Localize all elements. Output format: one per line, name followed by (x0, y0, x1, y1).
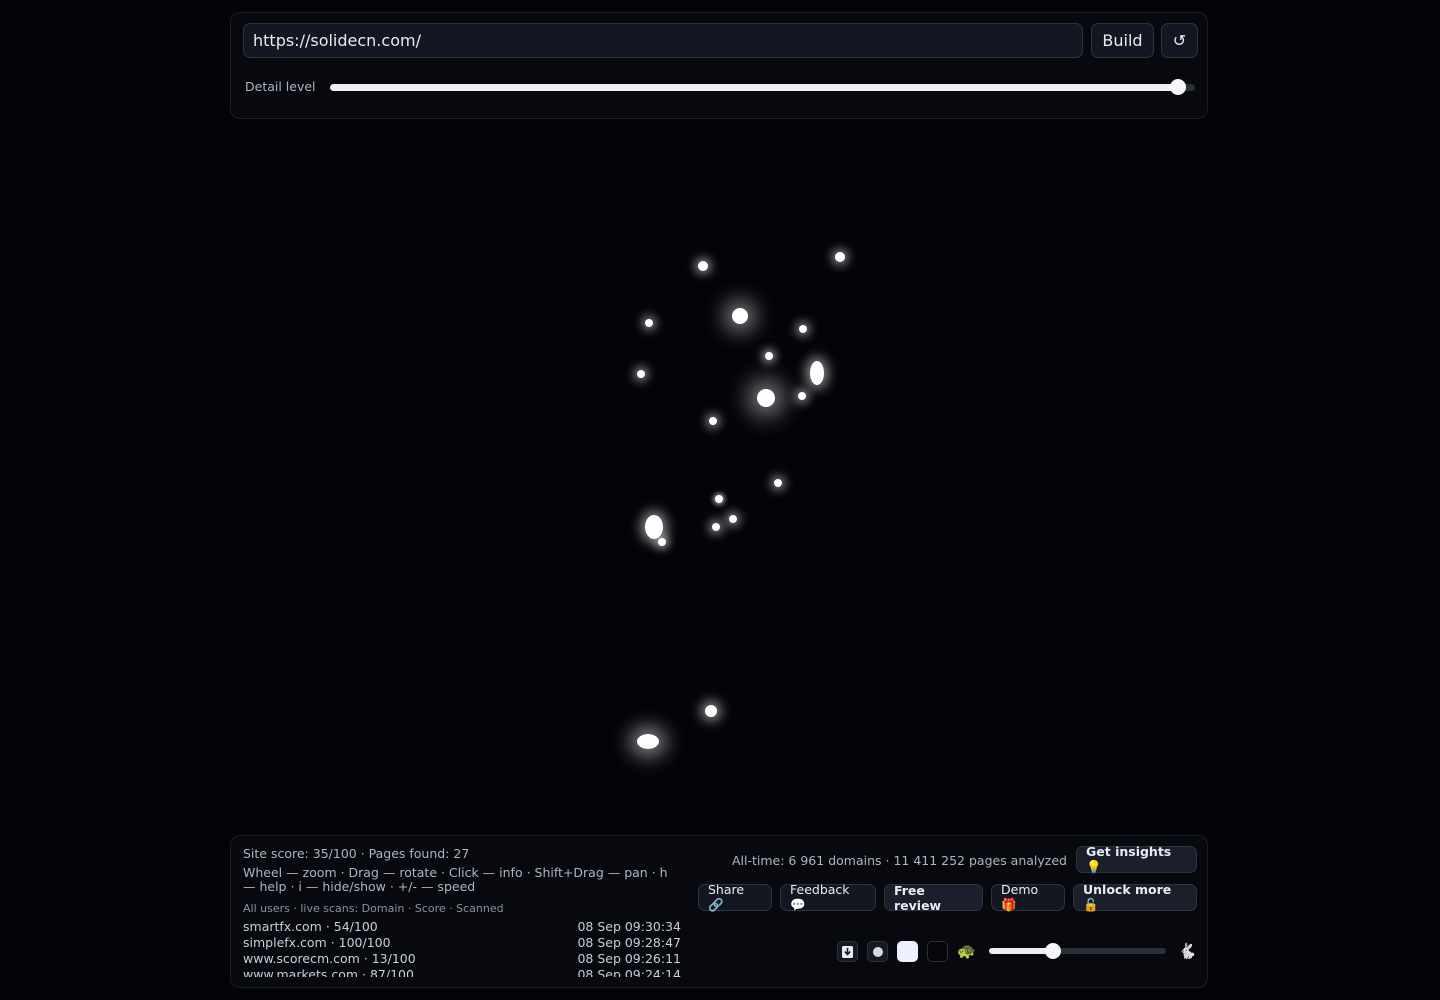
rabbit-icon: 🐇 (1178, 942, 1197, 960)
speed-thumb[interactable] (1044, 943, 1061, 959)
site-stats: Site score: 35/100 · Pages found: 27 (243, 846, 470, 861)
scan-row[interactable]: smartfx.com · 54/100 08 Sep 09:30:34 (243, 919, 681, 935)
graph-node[interactable] (835, 252, 845, 262)
graph-node[interactable] (732, 308, 748, 324)
graph-node[interactable] (757, 389, 775, 407)
detail-level-thumb[interactable] (1169, 79, 1186, 95)
light-theme-swatch[interactable] (897, 941, 918, 962)
circle-icon (872, 946, 883, 957)
speed-fill (989, 948, 1053, 954)
url-input[interactable] (243, 23, 1083, 58)
graph-node[interactable] (712, 523, 720, 531)
get-insights-button[interactable]: Get insights 💡 (1076, 844, 1197, 874)
graph-node[interactable] (774, 479, 782, 487)
feedback-button[interactable]: Feedback 💬 (780, 882, 876, 912)
graph-node[interactable] (645, 515, 663, 539)
graph-node[interactable] (810, 361, 824, 385)
free-review-button[interactable]: Free review (884, 883, 983, 913)
controls-help: Wheel — zoom · Drag — rotate · Click — i… (243, 865, 668, 894)
graph-node[interactable] (705, 705, 717, 717)
scan-time: 08 Sep 09:30:34 (577, 919, 681, 934)
bottom-info-panel: Site score: 35/100 · Pages found: 27 Whe… (230, 835, 1208, 988)
scan-time: 08 Sep 09:28:47 (577, 935, 681, 950)
scan-domain: www.markets.com · 87/100 (243, 967, 414, 977)
top-control-panel: Build ↺ Detail level (230, 12, 1208, 119)
scan-domain: simplefx.com · 100/100 (243, 935, 391, 950)
graph-node[interactable] (698, 261, 708, 271)
live-scans-header: All users · live scans: Domain · Score ·… (243, 902, 504, 915)
graph-node[interactable] (658, 538, 666, 546)
share-button[interactable]: Share 🔗 (698, 882, 772, 912)
scan-row[interactable]: www.markets.com · 87/100 08 Sep 09:24:14 (243, 967, 681, 977)
live-scans-list: smartfx.com · 54/100 08 Sep 09:30:34 simpl… (243, 919, 681, 977)
detail-level-slider[interactable] (330, 79, 1195, 95)
graph-node[interactable] (799, 325, 807, 333)
scan-time: 08 Sep 09:26:11 (577, 951, 681, 966)
download-button[interactable] (837, 941, 858, 962)
graph-node[interactable] (715, 495, 723, 503)
download-icon (842, 945, 853, 958)
build-button[interactable]: Build (1091, 23, 1154, 58)
scan-row[interactable]: www.scorecm.com · 13/100 08 Sep 09:26:11 (243, 951, 681, 967)
speed-slider[interactable] (989, 943, 1166, 959)
graph-node[interactable] (637, 733, 659, 749)
scan-domain: smartfx.com · 54/100 (243, 919, 378, 934)
detail-level-fill (330, 84, 1178, 91)
scan-domain: www.scorecm.com · 13/100 (243, 951, 416, 966)
site-graph-canvas[interactable] (0, 130, 1440, 830)
turtle-icon: 🐢 (957, 942, 976, 960)
unlock-more-button[interactable]: Unlock more 🔓 (1073, 882, 1197, 912)
node-style-button[interactable] (867, 941, 888, 962)
graph-node[interactable] (729, 515, 737, 523)
alltime-stats: All-time: 6 961 domains · 11 411 252 pag… (732, 853, 1067, 868)
dark-theme-swatch[interactable] (927, 941, 948, 962)
graph-node[interactable] (637, 370, 645, 378)
refresh-icon: ↺ (1172, 31, 1187, 50)
scan-time: 08 Sep 09:24:14 (577, 967, 681, 977)
graph-node[interactable] (709, 417, 717, 425)
reset-button[interactable]: ↺ (1161, 23, 1198, 58)
scan-row[interactable]: simplefx.com · 100/100 08 Sep 09:28:47 (243, 935, 681, 951)
graph-node[interactable] (645, 319, 653, 327)
demo-button[interactable]: Demo 🎁 (991, 882, 1065, 912)
detail-level-label: Detail level (245, 79, 316, 94)
graph-node[interactable] (765, 352, 773, 360)
graph-node[interactable] (798, 392, 806, 400)
